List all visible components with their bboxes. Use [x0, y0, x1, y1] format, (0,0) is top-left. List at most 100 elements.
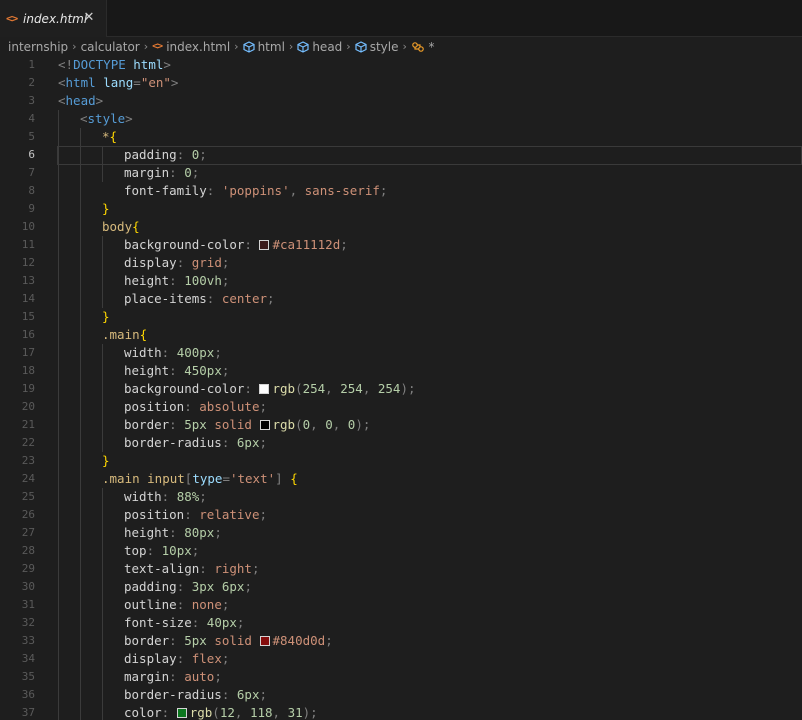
code-token: html	[133, 57, 164, 72]
code-line[interactable]: 3 <head>	[0, 92, 802, 110]
code-token: ;	[199, 489, 207, 504]
breadcrumb-item-index-html[interactable]: index.html	[166, 40, 230, 54]
code-line[interactable]: 15}	[0, 308, 802, 326]
code-token: border	[124, 633, 170, 648]
code-token: ;	[259, 507, 268, 522]
color-swatch[interactable]	[259, 636, 270, 646]
code-line[interactable]: 18 height: 450px;	[0, 362, 802, 380]
code-text: padding: 0;	[124, 146, 207, 164]
code-token: :	[176, 579, 192, 594]
code-line[interactable]: 4 <style>	[0, 110, 802, 128]
color-swatch[interactable]	[259, 420, 270, 430]
code-token: :	[184, 507, 200, 522]
code-line[interactable]: 16 .main{	[0, 326, 802, 344]
code-line[interactable]: 19 background-color: rgb(254, 254, 254);	[0, 380, 802, 398]
code-token: position	[124, 399, 185, 414]
code-line[interactable]: 5 *{	[0, 128, 802, 146]
code-line[interactable]: 2 <html lang="en">	[0, 74, 802, 92]
code-line[interactable]: 23}	[0, 452, 802, 470]
code-token: }	[102, 309, 110, 324]
code-token: ;	[259, 687, 268, 702]
code-token: :	[221, 435, 237, 450]
code-line[interactable]: 20 position: absolute;	[0, 398, 802, 416]
code-text: margin: 0;	[124, 164, 199, 182]
line-number: 32	[21, 616, 35, 629]
code-token: :	[221, 687, 237, 702]
code-line[interactable]: 1 <!DOCTYPE html>	[0, 56, 802, 74]
code-token: ;	[236, 615, 245, 630]
code-token: :	[169, 525, 185, 540]
code-line[interactable]: 29 text-align: right;	[0, 560, 802, 578]
code-line[interactable]: 8 font-family: 'poppins', sans-serif;	[0, 182, 802, 200]
code-line[interactable]: 32 font-size: 40px;	[0, 614, 802, 632]
code-line[interactable]: 27 height: 80px;	[0, 524, 802, 542]
code-token: rgb	[272, 381, 296, 396]
code-token: :	[161, 345, 177, 360]
code-line[interactable]: 14 place-items: center;	[0, 290, 802, 308]
code-token: 40px	[206, 615, 237, 630]
color-swatch[interactable]	[259, 384, 270, 394]
code-text: padding: 3px 6px;	[124, 578, 252, 596]
code-token: :	[176, 147, 192, 162]
code-text: height: 100vh;	[124, 272, 229, 290]
code-token: display	[124, 651, 177, 666]
code-line[interactable]: 9}	[0, 200, 802, 218]
code-token: margin	[124, 165, 170, 180]
code-text: <html lang="en">	[58, 74, 178, 92]
tab-index-html[interactable]: <> index.html ✕	[0, 0, 107, 37]
code-line[interactable]: 24 .main input[type='text'] {	[0, 470, 802, 488]
code-line[interactable]: 6 padding: 0;	[0, 146, 802, 164]
line-number: 28	[21, 544, 35, 557]
color-swatch[interactable]	[259, 240, 270, 250]
code-line[interactable]: 28 top: 10px;	[0, 542, 802, 560]
code-token: ;	[244, 579, 252, 594]
code-token: text-align	[124, 561, 200, 576]
code-line[interactable]: 11 background-color: #ca11112d;	[0, 236, 802, 254]
line-number: 15	[21, 310, 35, 323]
code-text: display: flex;	[124, 650, 229, 668]
code-line[interactable]: 35 margin: auto;	[0, 668, 802, 686]
code-text: border-radius: 6px;	[124, 686, 267, 704]
code-token: rgb	[272, 417, 296, 432]
breadcrumb-item-head[interactable]: head	[312, 40, 342, 54]
close-icon[interactable]: ✕	[82, 11, 96, 25]
code-line[interactable]: 33 border: 5px solid #840d0d;	[0, 632, 802, 650]
code-line[interactable]: 21 border: 5px solid rgb(0, 0, 0);	[0, 416, 802, 434]
code-text: border: 5px solid rgb(0, 0, 0);	[124, 416, 370, 434]
code-text: margin: auto;	[124, 668, 222, 686]
tab-bar: <> index.html ✕	[0, 0, 802, 37]
code-line[interactable]: 34 display: flex;	[0, 650, 802, 668]
breadcrumb-item-style[interactable]: style	[370, 40, 399, 54]
code-line[interactable]: 13 height: 100vh;	[0, 272, 802, 290]
code-line[interactable]: 10 body{	[0, 218, 802, 236]
code-line[interactable]: 12 display: grid;	[0, 254, 802, 272]
line-number: 1	[28, 58, 35, 71]
code-line[interactable]: 7 margin: 0;	[0, 164, 802, 182]
code-token: 0	[184, 165, 192, 180]
code-line[interactable]: 31 outline: none;	[0, 596, 802, 614]
breadcrumb-item-html[interactable]: html	[258, 40, 285, 54]
code-token: ;	[221, 651, 230, 666]
code-text: outline: none;	[124, 596, 229, 614]
color-swatch[interactable]	[176, 708, 187, 718]
line-number: 34	[21, 652, 35, 665]
code-token: :	[169, 363, 185, 378]
code-editor[interactable]: 1 <!DOCTYPE html> 2 <html lang="en"> 3 <head>…	[0, 56, 802, 720]
chevron-right-icon: ›	[402, 40, 407, 53]
code-token: 0	[325, 417, 333, 432]
code-text: .main{	[102, 326, 147, 344]
code-line[interactable]: 37 color: rgb(12, 118, 31);	[0, 704, 802, 720]
breadcrumb-item-internship[interactable]: internship	[8, 40, 68, 54]
code-line[interactable]: 17 width: 400px;	[0, 344, 802, 362]
code-token: ;	[214, 525, 222, 540]
code-line[interactable]: 30 padding: 3px 6px;	[0, 578, 802, 596]
breadcrumb-item-selector[interactable]: *	[428, 40, 435, 54]
line-number: 9	[28, 202, 35, 215]
chevron-right-icon: ›	[346, 40, 351, 53]
breadcrumb-item-calculator[interactable]: calculator	[81, 40, 140, 54]
code-line[interactable]: 36 border-radius: 6px;	[0, 686, 802, 704]
code-line[interactable]: 26 position: relative;	[0, 506, 802, 524]
code-line[interactable]: 22 border-radius: 6px;	[0, 434, 802, 452]
code-line[interactable]: 25 width: 88%;	[0, 488, 802, 506]
code-token: auto	[184, 669, 215, 684]
